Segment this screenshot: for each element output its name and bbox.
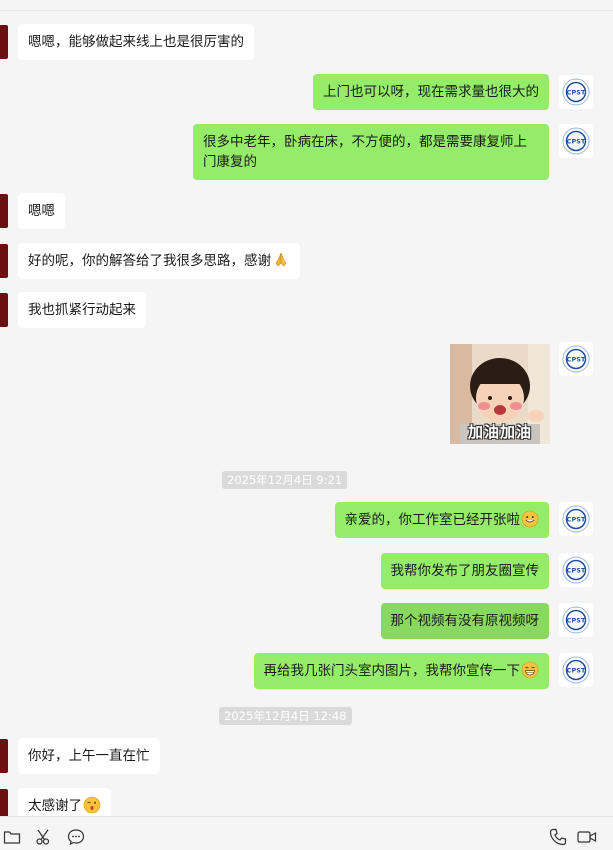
- my-avatar[interactable]: CPST: [559, 553, 593, 587]
- contact-avatar[interactable]: [0, 789, 8, 816]
- chat-message-list[interactable]: 嗯嗯，能够做起来线上也是很厉害的 上门也可以呀，现在需求量也很大的 CPST 很…: [0, 11, 613, 816]
- my-avatar[interactable]: CPST: [559, 603, 593, 637]
- message-text: 嗯嗯: [28, 203, 55, 219]
- incoming-message[interactable]: 我也抓紧行动起来: [18, 292, 146, 328]
- incoming-message[interactable]: 太感谢了: [18, 788, 111, 816]
- grin-emoji-icon: [521, 661, 539, 679]
- message-text: 我帮你发布了朋友圈宣传: [390, 563, 540, 579]
- cpst-logo-icon: CPST: [562, 345, 590, 373]
- video-call-icon[interactable]: [576, 827, 598, 847]
- scissors-icon[interactable]: [34, 827, 54, 847]
- message-text: 很多中老年，卧病在床，不方便的，都是需要康复师上门康复的: [203, 134, 527, 170]
- logo-text: CPST: [567, 567, 586, 575]
- my-avatar[interactable]: CPST: [559, 502, 593, 536]
- cpst-logo-icon: CPST: [562, 656, 590, 684]
- window-top-border: [0, 0, 613, 11]
- sticker-caption: 加油加油: [467, 423, 532, 441]
- cpst-logo-icon: CPST: [562, 78, 590, 106]
- my-avatar[interactable]: CPST: [559, 75, 593, 109]
- my-avatar[interactable]: CPST: [559, 653, 593, 687]
- logo-text: CPST: [567, 667, 586, 675]
- input-toolbar: [0, 816, 613, 850]
- contact-avatar[interactable]: [0, 293, 8, 327]
- message-text: 上门也可以呀，现在需求量也很大的: [323, 84, 539, 100]
- incoming-message[interactable]: 嗯嗯: [18, 193, 65, 229]
- contact-avatar[interactable]: [0, 739, 8, 773]
- cpst-logo-icon: CPST: [562, 505, 590, 533]
- message-text: 亲爱的，你工作室已经开张啦: [344, 512, 521, 528]
- timestamp: 2025年12月4日 12:48: [219, 707, 352, 725]
- chat-bubble-icon[interactable]: [66, 827, 86, 847]
- message-text: 好的呢，你的解答给了我很多思路，感谢: [28, 253, 271, 269]
- logo-text: CPST: [567, 356, 586, 364]
- my-avatar[interactable]: CPST: [559, 124, 593, 158]
- message-text: 我也抓紧行动起来: [28, 302, 136, 318]
- contact-avatar[interactable]: [0, 244, 8, 278]
- outgoing-message[interactable]: 亲爱的，你工作室已经开张啦: [334, 502, 549, 538]
- incoming-message[interactable]: 你好，上午一直在忙: [18, 738, 160, 774]
- message-text: 那个视频有没有原视频呀: [390, 613, 540, 629]
- folder-icon[interactable]: [2, 827, 22, 847]
- incoming-message[interactable]: 好的呢，你的解答给了我很多思路，感谢: [18, 243, 300, 279]
- logo-text: CPST: [567, 617, 586, 625]
- outgoing-message[interactable]: 我帮你发布了朋友圈宣传: [380, 553, 549, 589]
- pray-emoji-icon: [275, 252, 287, 267]
- logo-text: CPST: [567, 516, 586, 524]
- message-text: 你好，上午一直在忙: [28, 748, 150, 764]
- cpst-logo-icon: CPST: [562, 556, 590, 584]
- message-text: 嗯嗯，能够做起来线上也是很厉害的: [28, 34, 244, 50]
- outgoing-message[interactable]: 那个视频有没有原视频呀: [380, 603, 549, 639]
- logo-text: CPST: [567, 138, 586, 146]
- incoming-message[interactable]: 嗯嗯，能够做起来线上也是很厉害的: [18, 24, 254, 60]
- outgoing-message[interactable]: 上门也可以呀，现在需求量也很大的: [313, 74, 549, 110]
- cpst-logo-icon: CPST: [562, 127, 590, 155]
- outgoing-message[interactable]: 再给我几张门头室内图片，我帮你宣传一下: [253, 653, 549, 689]
- my-avatar[interactable]: CPST: [559, 342, 593, 376]
- phone-icon[interactable]: [548, 827, 568, 847]
- contact-avatar[interactable]: [0, 25, 8, 59]
- message-text: 再给我几张门头室内图片，我帮你宣传一下: [263, 663, 521, 679]
- timestamp: 2025年12月4日 9:21: [222, 471, 348, 489]
- contact-avatar[interactable]: [0, 194, 8, 228]
- message-text: 太感谢了: [28, 798, 82, 814]
- sticker-image[interactable]: 加油加油: [450, 344, 550, 444]
- cpst-logo-icon: CPST: [562, 606, 590, 634]
- logo-text: CPST: [567, 89, 586, 97]
- kiss-emoji-icon: [83, 796, 101, 814]
- smile-emoji-icon: [521, 510, 539, 528]
- outgoing-message[interactable]: 很多中老年，卧病在床，不方便的，都是需要康复师上门康复的: [193, 124, 549, 180]
